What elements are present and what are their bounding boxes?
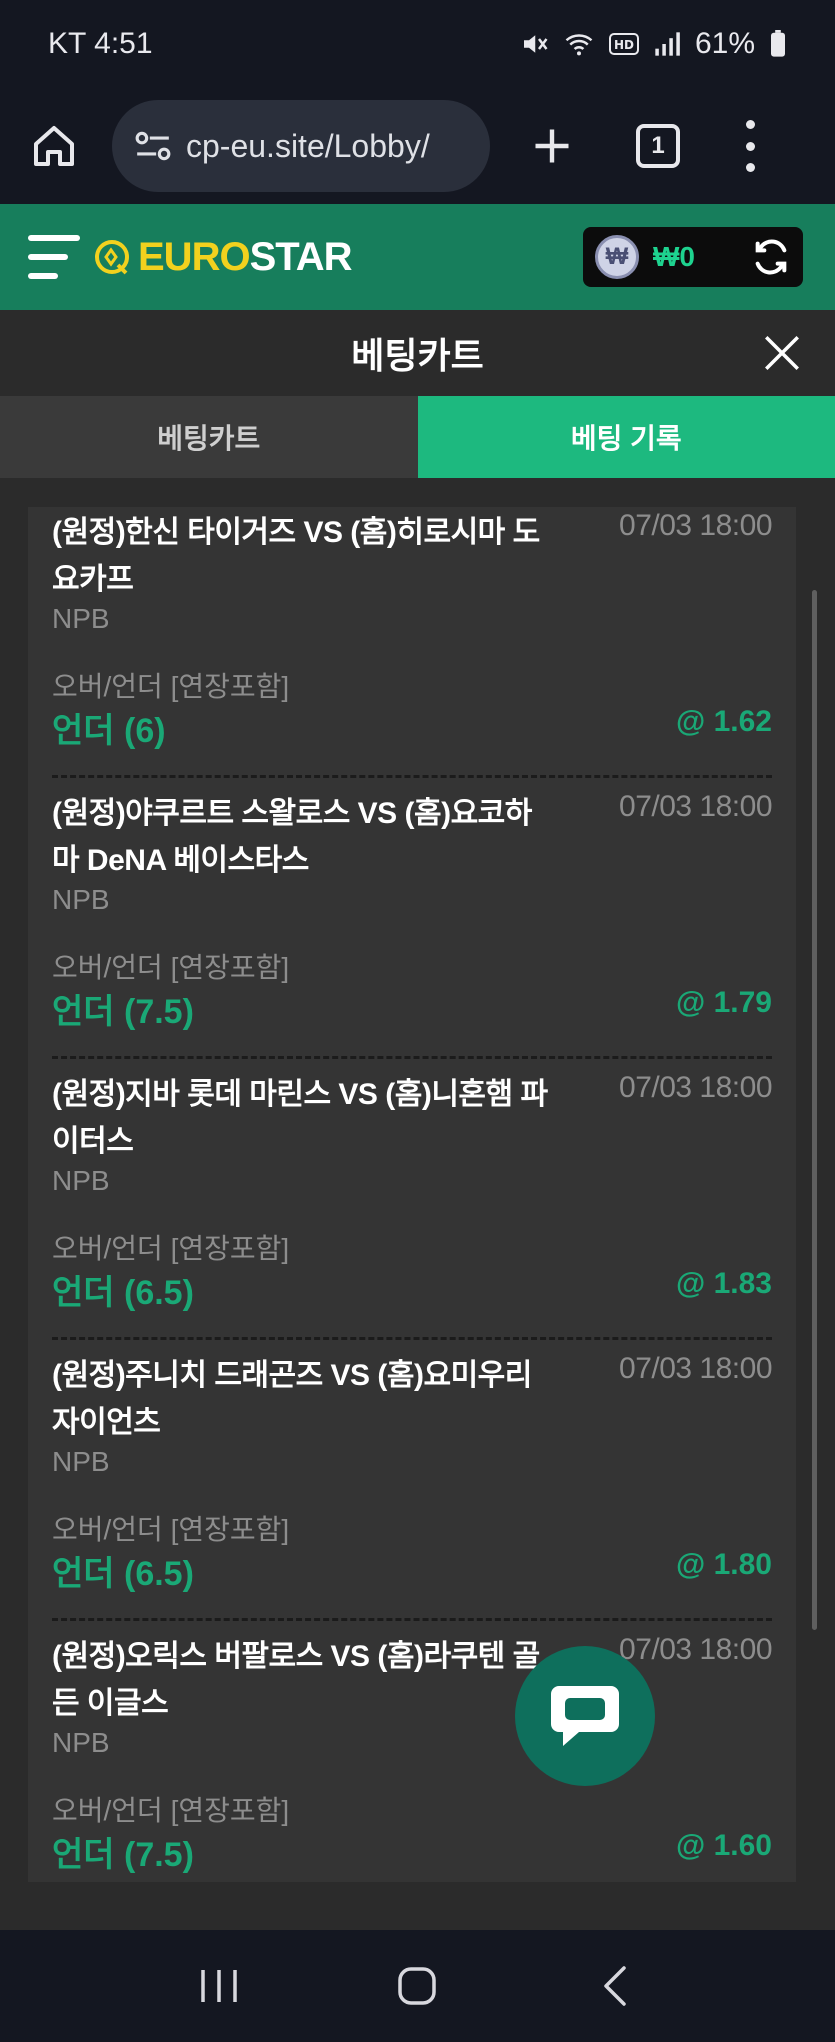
address-bar[interactable]: cp-eu.site/Lobby/ xyxy=(112,100,490,192)
bet-item: (원정)지바 롯데 마린스 VS (홈)니혼햄 파이터스 07/03 18:00… xyxy=(52,1059,772,1340)
bet-pick: 언더 (7.5) xyxy=(52,993,194,1031)
refresh-icon[interactable] xyxy=(751,237,791,277)
bet-market: 오버/언더 [연장포함] xyxy=(52,671,290,702)
logo-star-text: STAR xyxy=(249,234,353,279)
hd-voice-icon: HD xyxy=(608,33,639,55)
wallet-balance-box[interactable]: ₩ ₩0 xyxy=(583,227,803,287)
won-currency-icon: ₩ xyxy=(595,235,639,279)
plus-icon xyxy=(535,129,569,163)
close-icon[interactable] xyxy=(761,332,803,374)
bet-league: NPB xyxy=(52,1446,110,1477)
new-tab-button[interactable] xyxy=(524,118,580,174)
bet-teams: (원정)오릭스 버팔로스 VS (홈)라쿠텐 골든 이글스 xyxy=(52,1640,540,1720)
bet-odds: @ 1.79 xyxy=(676,986,772,1019)
back-button[interactable] xyxy=(586,1956,646,2016)
bet-market: 오버/언더 [연장포함] xyxy=(52,1795,290,1826)
svg-text:HD: HD xyxy=(614,38,634,52)
bet-pick: 언더 (6) xyxy=(52,712,166,750)
home-nav-icon xyxy=(398,1967,437,2005)
cart-tabs: 베팅카트 베팅 기록 xyxy=(0,396,835,478)
status-icons: HD 61% xyxy=(519,27,787,61)
status-bar: KT 4:51 HD 61% xyxy=(0,0,835,88)
bet-item: (원정)오릭스 버팔로스 VS (홈)라쿠텐 골든 이글스 07/03 18:0… xyxy=(52,1621,772,1882)
tab-count: 1 xyxy=(651,132,665,159)
recent-apps-button[interactable] xyxy=(189,1956,249,2016)
bet-teams: (원정)야쿠르트 스왈로스 VS (홈)요코하마 DeNA 베이스타스 xyxy=(52,797,532,877)
browser-toolbar: cp-eu.site/Lobby/ 1 xyxy=(0,88,835,204)
bet-market: 오버/언더 [연장포함] xyxy=(52,1514,290,1545)
bet-pick: 언더 (7.5) xyxy=(52,1836,194,1874)
bet-market: 오버/언더 [연장포함] xyxy=(52,952,290,983)
bet-odds: @ 1.80 xyxy=(676,1548,772,1581)
signal-icon xyxy=(655,32,680,56)
logo-mark-icon xyxy=(95,240,129,275)
chat-bubble-icon xyxy=(551,1686,619,1746)
more-options-button[interactable] xyxy=(740,120,760,172)
tab-switcher-button[interactable]: 1 xyxy=(636,124,680,168)
bet-pick: 언더 (6.5) xyxy=(52,1274,194,1312)
logo-euro-text: EURO xyxy=(138,234,251,279)
live-chat-button[interactable] xyxy=(515,1646,655,1786)
bet-league: NPB xyxy=(52,1165,110,1196)
carrier-time: KT 4:51 xyxy=(48,27,153,60)
url-text: cp-eu.site/Lobby/ xyxy=(186,127,430,164)
more-icon xyxy=(745,120,755,129)
system-nav-bar xyxy=(0,1930,835,2042)
list-scrollbar[interactable] xyxy=(812,590,817,1630)
home-nav-button[interactable] xyxy=(387,1956,447,2016)
tab-betting-history[interactable]: 베팅 기록 xyxy=(417,396,835,478)
bet-datetime: 07/03 18:00 xyxy=(619,790,772,823)
battery-percent: 61% xyxy=(694,27,755,60)
site-settings-icon[interactable] xyxy=(134,130,172,162)
bet-league: NPB xyxy=(52,884,110,915)
bet-datetime: 07/03 18:00 xyxy=(619,1633,772,1666)
bet-datetime: 07/03 18:00 xyxy=(619,509,772,542)
home-icon xyxy=(34,126,74,166)
bet-odds: @ 1.62 xyxy=(676,705,772,738)
back-icon xyxy=(604,1966,626,2006)
bet-teams: (원정)한신 타이거즈 VS (홈)히로시마 도요카프 xyxy=(52,516,540,596)
bet-teams: (원정)주니치 드래곤즈 VS (홈)요미우리 자이언츠 xyxy=(52,1359,532,1439)
bet-league: NPB xyxy=(52,603,110,634)
bet-datetime: 07/03 18:00 xyxy=(619,1352,772,1385)
bet-league: NPB xyxy=(52,1727,110,1758)
site-logo[interactable]: EURO STAR xyxy=(92,235,352,280)
bet-item: (원정)한신 타이거즈 VS (홈)히로시마 도요카프 07/03 18:00 … xyxy=(52,507,772,778)
site-header: EURO STAR ₩ ₩0 xyxy=(0,204,835,310)
mute-icon xyxy=(523,35,548,53)
home-button[interactable] xyxy=(26,118,82,174)
wallet-balance: ₩0 xyxy=(653,241,695,272)
bet-datetime: 07/03 18:00 xyxy=(619,1071,772,1104)
bet-market: 오버/언더 [연장포함] xyxy=(52,1233,290,1264)
bet-item: (원정)야쿠르트 스왈로스 VS (홈)요코하마 DeNA 베이스타스 07/0… xyxy=(52,778,772,1059)
battery-icon xyxy=(771,30,785,57)
recent-apps-icon xyxy=(201,1970,237,2002)
bet-history-list[interactable]: (원정)한신 타이거즈 VS (홈)히로시마 도요카프 07/03 18:00 … xyxy=(28,507,796,1882)
bet-odds: @ 1.83 xyxy=(676,1267,772,1300)
tab-betting-cart[interactable]: 베팅카트 xyxy=(0,396,418,478)
bet-pick: 언더 (6.5) xyxy=(52,1555,194,1593)
menu-button[interactable] xyxy=(28,235,80,279)
cart-title: 베팅카트 xyxy=(351,335,484,376)
bet-odds: @ 1.60 xyxy=(676,1829,772,1862)
cart-header: 베팅카트 xyxy=(0,310,835,396)
bet-item: (원정)주니치 드래곤즈 VS (홈)요미우리 자이언츠 07/03 18:00… xyxy=(52,1340,772,1621)
wifi-icon xyxy=(565,34,593,56)
bet-teams: (원정)지바 롯데 마린스 VS (홈)니혼햄 파이터스 xyxy=(52,1078,548,1158)
